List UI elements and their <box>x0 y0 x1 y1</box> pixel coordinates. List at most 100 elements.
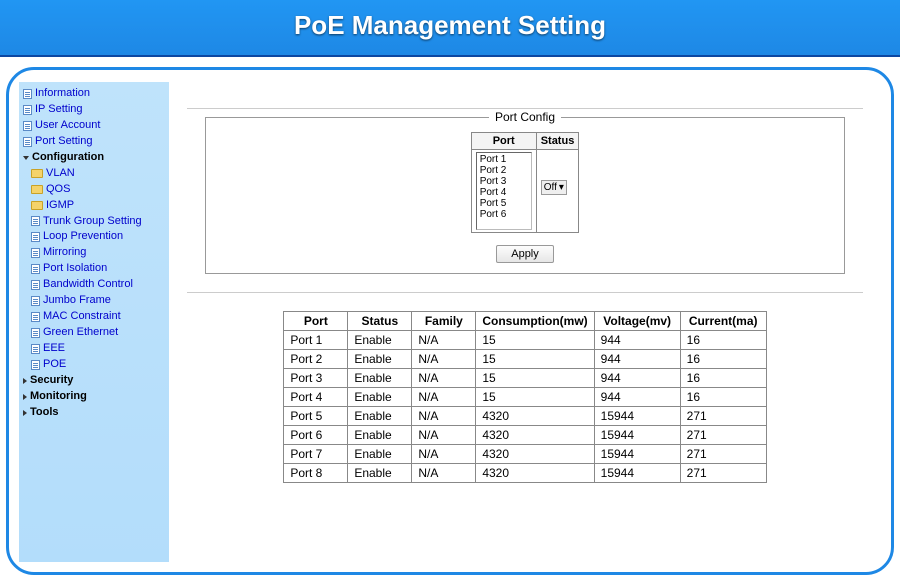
sidebar-item-loop-prevention[interactable]: Loop Prevention <box>21 229 167 245</box>
page-banner: PoE Management Setting <box>0 0 900 57</box>
page-icon <box>31 216 40 226</box>
col-header: Consumption(mw) <box>476 312 594 331</box>
page-icon <box>23 121 32 131</box>
cell-voltage: 944 <box>594 369 680 388</box>
table-row: Port 2EnableN/A1594416 <box>284 350 766 369</box>
cell-family: N/A <box>412 331 476 350</box>
sidebar-item-mirroring[interactable]: Mirroring <box>21 245 167 261</box>
apply-button[interactable]: Apply <box>496 245 554 263</box>
port-option[interactable]: Port 1 <box>478 154 530 165</box>
cell-port: Port 7 <box>284 445 348 464</box>
sidebar-item-jumbo-frame[interactable]: Jumbo Frame <box>21 293 167 309</box>
cell-status: Enable <box>348 426 412 445</box>
arrow-icon <box>23 378 27 384</box>
cell-port: Port 3 <box>284 369 348 388</box>
sidebar-item-label: Trunk Group Setting <box>43 214 142 230</box>
page-icon <box>31 360 40 370</box>
cell-family: N/A <box>412 369 476 388</box>
cell-status: Enable <box>348 464 412 483</box>
port-option[interactable]: Port 5 <box>478 198 530 209</box>
sidebar-item-label: Monitoring <box>30 389 87 405</box>
arrow-icon <box>23 410 27 416</box>
table-row: Port 1EnableN/A1594416 <box>284 331 766 350</box>
sidebar-item-eee[interactable]: EEE <box>21 341 167 357</box>
sidebar-section-monitoring[interactable]: Monitoring <box>21 389 167 405</box>
cell-family: N/A <box>412 388 476 407</box>
cell-family: N/A <box>412 407 476 426</box>
sidebar-item-label: Loop Prevention <box>43 229 123 245</box>
folder-icon <box>31 185 43 194</box>
sidebar-section-tools[interactable]: Tools <box>21 405 167 421</box>
sidebar-item-trunk-group-setting[interactable]: Trunk Group Setting <box>21 214 167 230</box>
cell-family: N/A <box>412 464 476 483</box>
sidebar-item-label: Tools <box>30 405 59 421</box>
cell-consumption: 15 <box>476 350 594 369</box>
sidebar-item-mac-constraint[interactable]: MAC Constraint <box>21 309 167 325</box>
table-row: Port 7EnableN/A432015944271 <box>284 445 766 464</box>
sidebar-item-poe[interactable]: POE <box>21 357 167 373</box>
cell-voltage: 15944 <box>594 407 680 426</box>
cell-current: 271 <box>680 426 766 445</box>
sidebar-item-information[interactable]: Information <box>21 86 167 102</box>
divider <box>187 108 863 109</box>
col-status: Status <box>536 133 579 150</box>
port-option[interactable]: Port 3 <box>478 176 530 187</box>
sidebar-item-port-setting[interactable]: Port Setting <box>21 134 167 150</box>
sidebar-item-bandwidth-control[interactable]: Bandwidth Control <box>21 277 167 293</box>
sidebar-item-label: User Account <box>35 118 100 134</box>
cell-port: Port 5 <box>284 407 348 426</box>
port-option[interactable]: Port 6 <box>478 209 530 220</box>
sidebar-folder-qos[interactable]: QOS <box>21 182 167 198</box>
page-icon <box>23 137 32 147</box>
sidebar-item-ip-setting[interactable]: IP Setting <box>21 102 167 118</box>
cell-status: Enable <box>348 407 412 426</box>
sidebar: InformationIP SettingUser AccountPort Se… <box>19 82 169 562</box>
cell-family: N/A <box>412 426 476 445</box>
cell-voltage: 944 <box>594 388 680 407</box>
sidebar-folder-vlan[interactable]: VLAN <box>21 166 167 182</box>
cell-consumption: 15 <box>476 369 594 388</box>
page-icon <box>31 328 40 338</box>
port-option[interactable]: Port 2 <box>478 165 530 176</box>
port-option[interactable]: Port 4 <box>478 187 530 198</box>
cell-port: Port 8 <box>284 464 348 483</box>
cell-current: 16 <box>680 350 766 369</box>
sidebar-item-user-account[interactable]: User Account <box>21 118 167 134</box>
cell-consumption: 4320 <box>476 445 594 464</box>
port-config-fieldset: Port Config Port Status Port 1Port 2Port… <box>205 117 845 274</box>
arrow-icon <box>23 394 27 400</box>
folder-icon <box>31 169 43 178</box>
page-icon <box>31 280 40 290</box>
cell-status: Enable <box>348 388 412 407</box>
table-row: Port 8EnableN/A432015944271 <box>284 464 766 483</box>
sidebar-item-label: Green Ethernet <box>43 325 118 341</box>
chevron-down-icon: ▾ <box>559 182 564 193</box>
page-title: PoE Management Setting <box>294 10 606 40</box>
page-icon <box>23 89 32 99</box>
sidebar-item-label: QOS <box>46 182 70 198</box>
table-row: Port 6EnableN/A432015944271 <box>284 426 766 445</box>
status-select-value: Off <box>544 182 557 193</box>
status-select[interactable]: Off ▾ <box>541 180 567 195</box>
sidebar-section-security[interactable]: Security <box>21 373 167 389</box>
port-select-list[interactable]: Port 1Port 2Port 3Port 4Port 5Port 6 <box>476 152 532 230</box>
apply-button-label: Apply <box>511 248 539 260</box>
page-icon <box>31 312 40 322</box>
cell-port: Port 2 <box>284 350 348 369</box>
sidebar-folder-igmp[interactable]: IGMP <box>21 198 167 214</box>
cell-consumption: 4320 <box>476 464 594 483</box>
sidebar-item-label: Configuration <box>32 150 104 166</box>
cell-voltage: 15944 <box>594 445 680 464</box>
sidebar-item-label: POE <box>43 357 66 373</box>
page-icon <box>31 344 40 354</box>
sidebar-item-port-isolation[interactable]: Port Isolation <box>21 261 167 277</box>
page-icon <box>31 264 40 274</box>
sidebar-item-green-ethernet[interactable]: Green Ethernet <box>21 325 167 341</box>
cell-voltage: 944 <box>594 331 680 350</box>
poe-status-table: PortStatusFamilyConsumption(mw)Voltage(m… <box>283 311 766 483</box>
sidebar-item-label: Information <box>35 86 90 102</box>
sidebar-section-configuration[interactable]: Configuration <box>21 150 167 166</box>
folder-icon <box>31 201 43 210</box>
cell-port: Port 4 <box>284 388 348 407</box>
sidebar-item-label: Security <box>30 373 73 389</box>
